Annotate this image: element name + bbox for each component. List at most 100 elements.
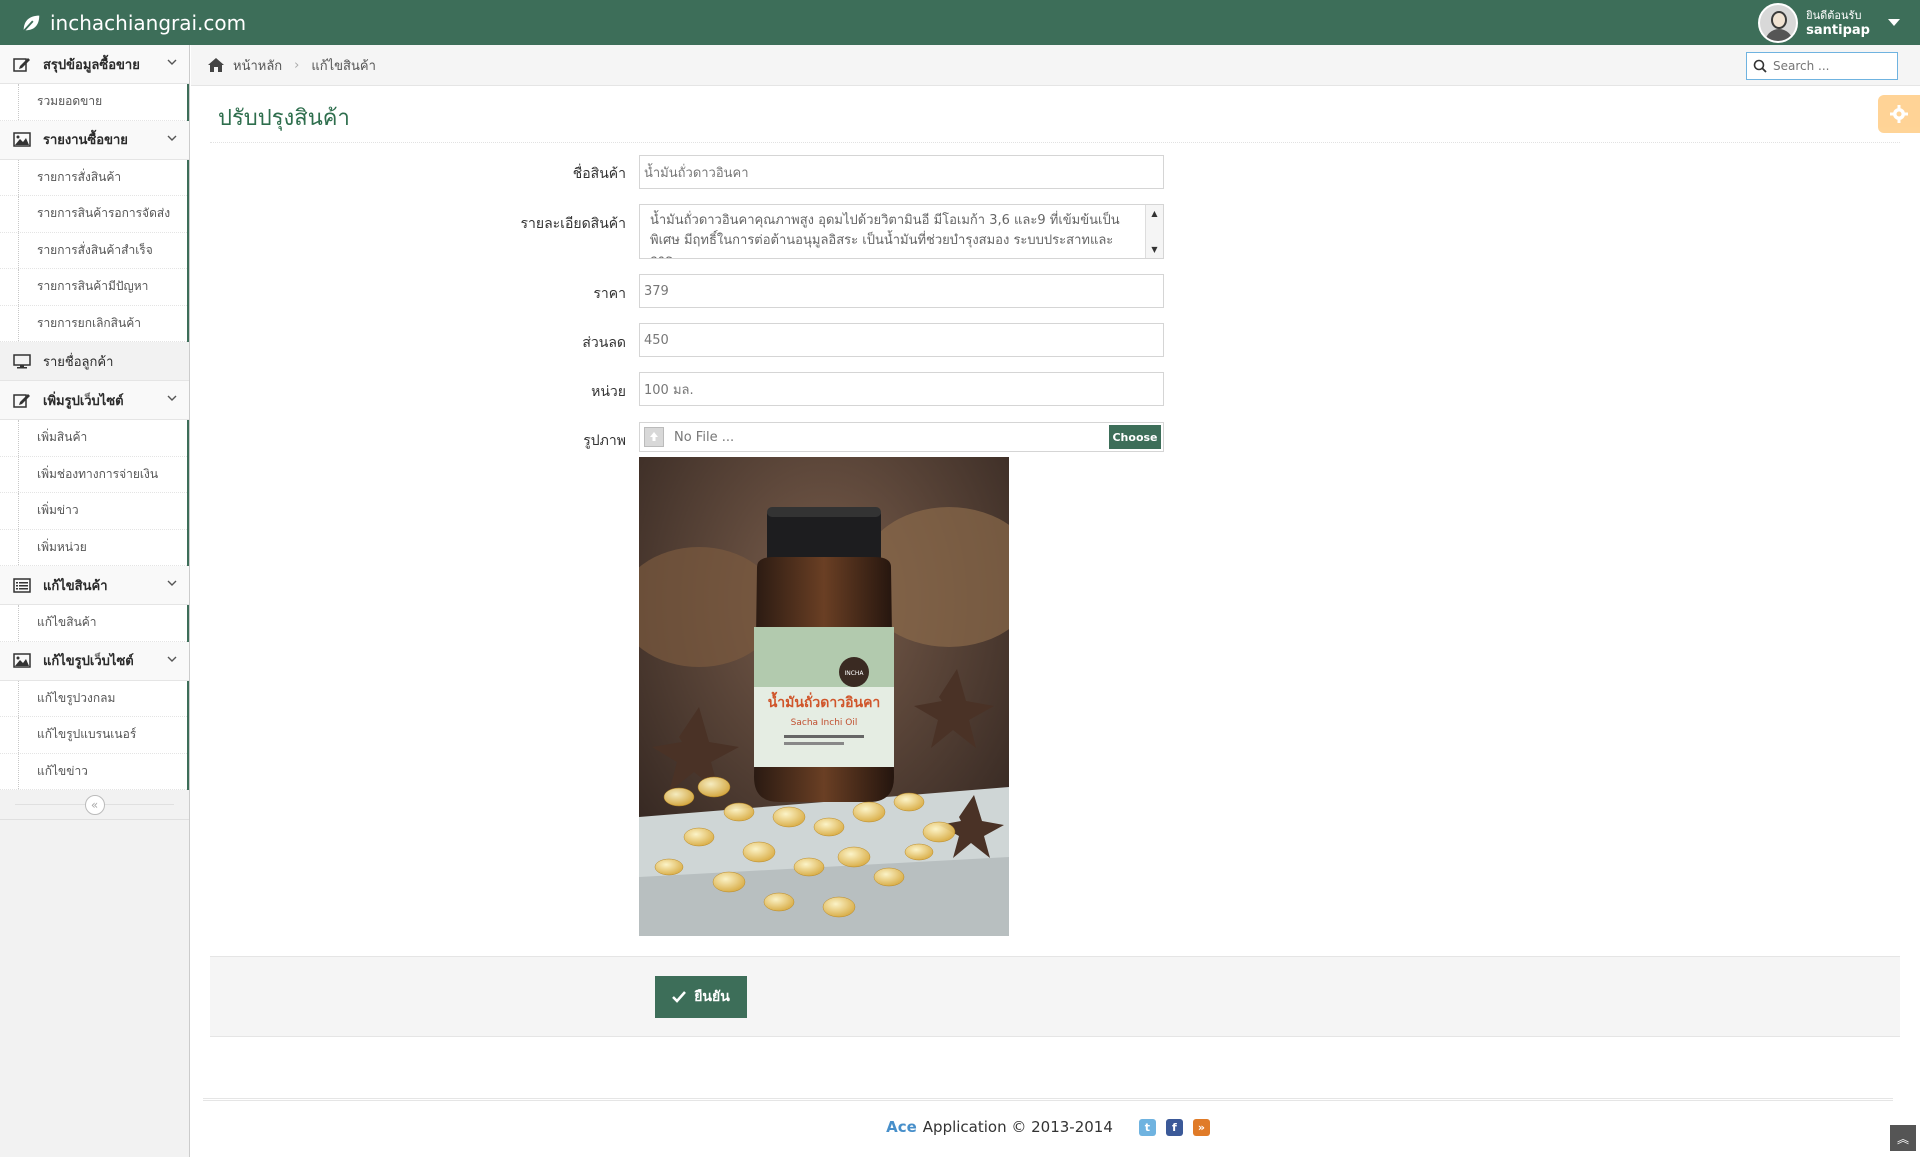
- image-label: รูปภาพ: [583, 433, 626, 449]
- leaf-icon: [22, 15, 40, 33]
- product-image: INCHA น้ำมันถั่วดาวอินคา Sacha Inchi Oil: [639, 457, 1009, 936]
- sidebar-submenu: เพิ่มสินค้า เพิ่มช่องทางการจ่ายเงิน เพิ่…: [0, 420, 189, 566]
- settings-button[interactable]: [1878, 95, 1920, 133]
- list-icon: [12, 577, 32, 593]
- edit-icon: [12, 392, 32, 408]
- sidebar-item-pending-shipment[interactable]: รายการสินค้ารอการจัดส่ง: [0, 196, 187, 233]
- top-navbar: inchachiangrai.com ยินดีต้อนรับ santipap: [0, 0, 1920, 45]
- chevron-down-icon: [167, 135, 177, 141]
- sidebar-item-problem-orders[interactable]: รายการสินค้ามีปัญหา: [0, 269, 187, 306]
- sidebar: สรุปข้อมูลซื้อขาย รวมยอดขาย รายงานซื้อขา…: [0, 45, 190, 1157]
- search-icon: [1753, 59, 1767, 73]
- textarea-scrollbar[interactable]: ▲ ▼: [1145, 205, 1163, 258]
- picture-icon: [12, 653, 32, 669]
- title-divider: [210, 142, 1900, 143]
- home-icon[interactable]: [207, 57, 225, 73]
- sidebar-group-label: เพิ่มรูปเว็บไซต์: [43, 393, 124, 409]
- sidebar-group-edit-product[interactable]: แก้ไขสินค้า: [0, 566, 189, 605]
- username: santipap: [1806, 22, 1870, 38]
- image-file-input[interactable]: No File ... Choose: [639, 422, 1164, 452]
- sidebar-item-add-payment[interactable]: เพิ่มช่องทางการจ่ายเงิน: [0, 456, 187, 493]
- breadcrumb-current: แก้ไขสินค้า: [311, 58, 376, 74]
- sidebar-item-orders[interactable]: รายการสั่งสินค้า: [0, 159, 187, 196]
- sidebar-submenu: แก้ไขรูปวงกลม แก้ไขรูปแบรนเนอร์ แก้ไขข่า…: [0, 680, 189, 790]
- sidebar-item-edit-circle-image[interactable]: แก้ไขรูปวงกลม: [0, 680, 187, 717]
- scroll-to-top-button[interactable]: ︽: [1890, 1125, 1916, 1151]
- breadcrumb-separator: ›: [294, 57, 300, 73]
- sidebar-group-label: แก้ไขสินค้า: [43, 578, 108, 594]
- choose-file-button[interactable]: Choose: [1109, 425, 1161, 449]
- page-title: ปรับปรุงสินค้า: [218, 106, 350, 131]
- sidebar-submenu: แก้ไขสินค้า: [0, 605, 189, 642]
- user-menu[interactable]: ยินดีต้อนรับ santipap: [1758, 0, 1900, 45]
- confirm-label: ยืนยัน: [694, 989, 730, 1005]
- sidebar-group-label: แก้ไขรูปเว็บไซต์: [43, 654, 134, 669]
- breadcrumb-home[interactable]: หน้าหลัก: [233, 55, 282, 76]
- check-icon: [672, 991, 687, 1003]
- double-chevron-up-icon: ︽: [1896, 1131, 1909, 1146]
- sidebar-item-add-unit[interactable]: เพิ่มหน่วย: [0, 529, 187, 566]
- sidebar-group-edit-website[interactable]: แก้ไขรูปเว็บไซต์: [0, 641, 189, 681]
- upload-icon: [644, 427, 664, 447]
- scroll-up-arrow-icon[interactable]: ▲: [1151, 209, 1157, 218]
- sidebar-item-total-sales[interactable]: รวมยอดขาย: [0, 84, 187, 121]
- twitter-icon[interactable]: t: [1138, 1118, 1156, 1136]
- sidebar-item-add-product[interactable]: เพิ่มสินค้า: [0, 420, 187, 457]
- chevron-down-icon: [167, 580, 177, 586]
- sidebar-item-cancelled-orders[interactable]: รายการยกเลิกสินค้า: [0, 305, 187, 342]
- sidebar-item-customers[interactable]: รายชื่อลูกค้า: [0, 342, 189, 381]
- file-name-text: No File ...: [674, 429, 735, 445]
- welcome-text: ยินดีต้อนรับ: [1806, 8, 1862, 22]
- sidebar-group-label: รายงานซื้อขาย: [43, 133, 128, 148]
- search-input[interactable]: [1773, 59, 1883, 73]
- form-actions: ยืนยัน: [210, 956, 1900, 1037]
- unit-input[interactable]: [639, 372, 1164, 406]
- sidebar-submenu: รายการสั่งสินค้า รายการสินค้ารอการจัดส่ง…: [0, 159, 189, 342]
- sidebar-item-add-news[interactable]: เพิ่มข่าว: [0, 493, 187, 530]
- gear-icon: [1890, 105, 1908, 123]
- sidebar-item-edit-news[interactable]: แก้ไขข่าว: [0, 753, 187, 790]
- sidebar-item-edit-banner[interactable]: แก้ไขรูปแบรนเนอร์: [0, 717, 187, 754]
- sidebar-item-completed-orders[interactable]: รายการสั่งสินค้าสำเร็จ: [0, 232, 187, 269]
- scroll-down-arrow-icon[interactable]: ▼: [1151, 245, 1157, 254]
- bottle-brand: INCHA: [844, 670, 864, 677]
- sidebar-group-add-website[interactable]: เพิ่มรูปเว็บไซต์: [0, 381, 189, 420]
- product-name-input[interactable]: [639, 155, 1164, 189]
- sidebar-group-sales-summary[interactable]: สรุปข้อมูลซื้อขาย: [0, 45, 189, 84]
- product-name-label: ชื่อสินค้า: [572, 166, 626, 182]
- sidebar-group-label: สรุปข้อมูลซื้อขาย: [43, 57, 140, 73]
- avatar: [1758, 2, 1799, 43]
- price-label: ราคา: [593, 286, 626, 302]
- bottle-subtitle: Sacha Inchi Oil: [791, 718, 858, 728]
- footer-brand: Ace: [886, 1118, 917, 1136]
- sidebar-menu: สรุปข้อมูลซื้อขาย รวมยอดขาย รายงานซื้อขา…: [0, 45, 189, 790]
- sidebar-item-edit-product[interactable]: แก้ไขสินค้า: [0, 605, 187, 642]
- rss-icon[interactable]: »: [1192, 1118, 1210, 1136]
- edit-icon: [12, 56, 32, 72]
- caret-down-icon[interactable]: [1888, 19, 1900, 26]
- sidebar-collapse-row: «: [0, 790, 189, 820]
- breadcrumb: หน้าหลัก › แก้ไขสินค้า: [191, 45, 1920, 86]
- discount-input[interactable]: [639, 323, 1164, 357]
- footer-text: Application © 2013-2014: [922, 1118, 1113, 1136]
- product-detail-textarea[interactable]: น้ำมันถั่วดาวอินคาคุณภาพสูง อุดมไปด้วยวิ…: [639, 204, 1164, 259]
- search-box: [1746, 52, 1898, 80]
- confirm-button[interactable]: ยืนยัน: [655, 976, 747, 1018]
- sidebar-group-sales-report[interactable]: รายงานซื้อขาย: [0, 120, 189, 160]
- chevron-down-icon: [167, 395, 177, 401]
- facebook-icon[interactable]: f: [1165, 1118, 1183, 1136]
- unit-label: หน่วย: [591, 384, 626, 400]
- brand-name: inchachiangrai.com: [50, 10, 247, 35]
- sidebar-group-label: รายชื่อลูกค้า: [43, 354, 114, 370]
- double-chevron-left-icon[interactable]: «: [84, 794, 105, 815]
- sidebar-submenu: รวมยอดขาย: [0, 84, 189, 121]
- brand[interactable]: inchachiangrai.com: [20, 0, 246, 45]
- price-input[interactable]: [639, 274, 1164, 308]
- social-links: t f »: [1138, 1118, 1210, 1136]
- footer: Ace Application © 2013-2014 t f »: [203, 1098, 1893, 1136]
- desktop-icon: [12, 353, 32, 369]
- discount-label: ส่วนลด: [582, 335, 626, 351]
- chevron-down-icon: [167, 59, 177, 65]
- product-detail-label: รายละเอียดสินค้า: [520, 216, 626, 232]
- chevron-down-icon: [167, 656, 177, 662]
